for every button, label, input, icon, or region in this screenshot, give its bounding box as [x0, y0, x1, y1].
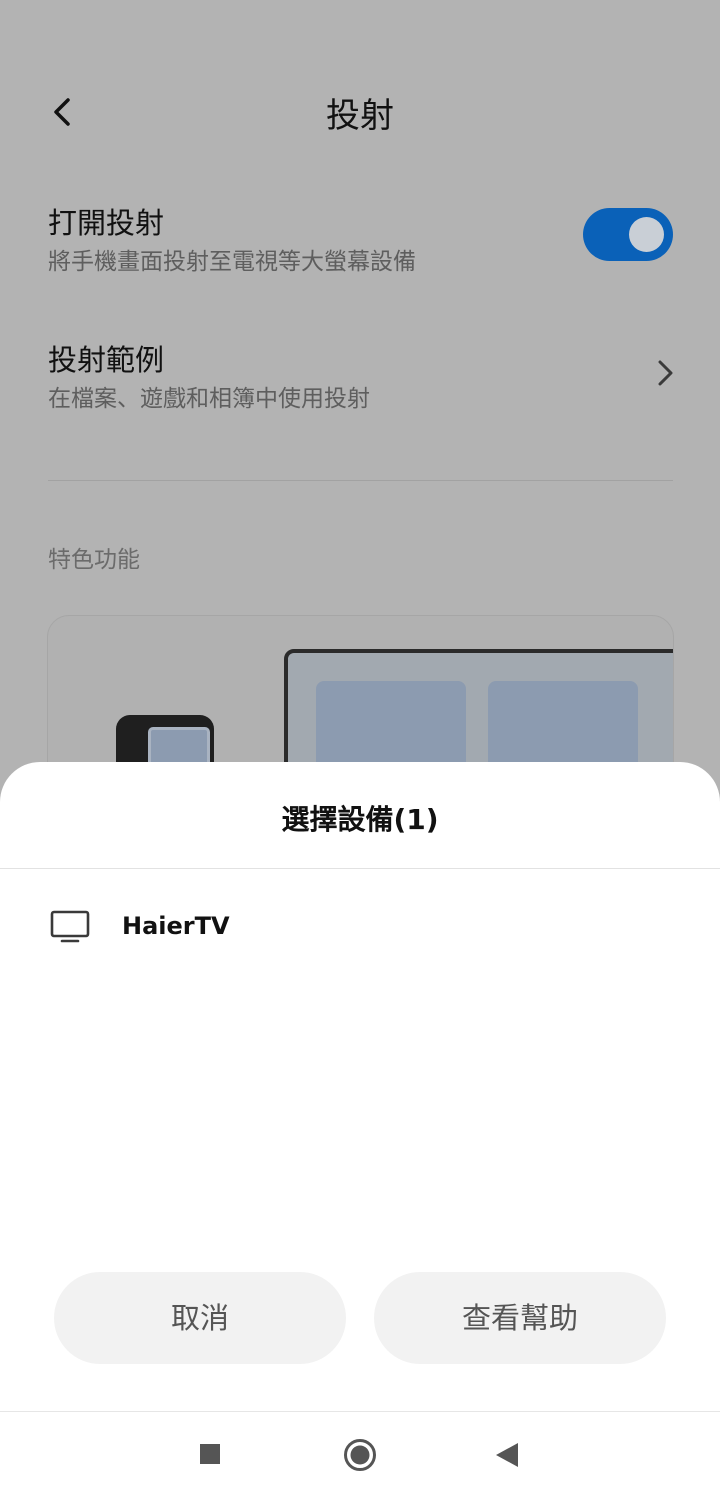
page-title: 投射 [326, 96, 394, 136]
tv-icon [50, 910, 90, 943]
sheet-title: 選擇設備(1) [281, 803, 439, 836]
back-triangle-icon[interactable] [494, 1441, 520, 1473]
cast-examples-subtitle: 在檔案、遊戲和相簿中使用投射 [48, 386, 370, 412]
toggle-knob [629, 217, 664, 252]
home-circle-icon[interactable] [343, 1438, 377, 1476]
device-item[interactable]: HaierTV [0, 892, 720, 962]
cast-examples-title[interactable]: 投射範例 [48, 337, 164, 379]
device-name: HaierTV [122, 912, 230, 940]
divider [48, 480, 673, 481]
help-button[interactable]: 查看幫助 [374, 1272, 666, 1364]
open-cast-title: 打開投射 [48, 206, 165, 240]
sheet-divider [0, 868, 720, 869]
chevron-right-icon[interactable] [650, 356, 680, 390]
cancel-button[interactable]: 取消 [54, 1272, 346, 1364]
navbar-divider [0, 1411, 720, 1412]
section-label: 特色功能 [48, 547, 140, 573]
open-cast-subtitle: 將手機畫面投射至電視等大螢幕設備 [48, 249, 416, 275]
device-picker-sheet: 選擇設備(1) HaierTV 取消 查看幫助 [0, 762, 720, 1498]
open-cast-toggle[interactable] [583, 208, 673, 261]
recents-square-icon[interactable] [198, 1442, 222, 1470]
